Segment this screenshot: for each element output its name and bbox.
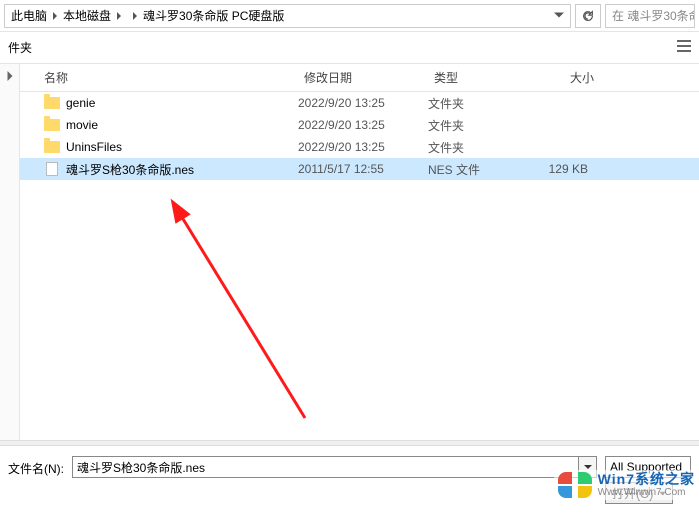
row-name: genie	[66, 96, 95, 110]
watermark: Win7系统之家 Www.Winwin7.Com	[554, 470, 699, 500]
folder-row[interactable]: genie 2022/9/20 13:25文件夹	[20, 92, 699, 114]
chevron-down-icon[interactable]	[554, 9, 564, 23]
nav-panel	[0, 64, 20, 440]
col-type[interactable]: 类型	[434, 69, 534, 86]
search-input[interactable]: 在 魂斗罗30条命	[605, 4, 695, 28]
row-type: 文件夹	[428, 95, 528, 112]
folder-row[interactable]: movie 2022/9/20 13:25文件夹	[20, 114, 699, 136]
watermark-line1: Win7系统之家	[598, 472, 695, 487]
address-bar: 此电脑 本地磁盘 魂斗罗30条命版 PC硬盘版 在 魂斗罗30条命	[0, 0, 699, 32]
chevron-right-icon	[115, 9, 123, 23]
folder-icon	[44, 95, 60, 111]
folder-icon	[44, 139, 60, 155]
row-name: 魂斗罗S枪30条命版.nes	[66, 161, 194, 178]
file-icon	[44, 161, 60, 177]
chevron-right-icon[interactable]	[5, 70, 15, 84]
chevron-right-icon	[131, 9, 139, 23]
filename-input[interactable]	[72, 456, 579, 478]
row-date: 2022/9/20 13:25	[298, 140, 428, 154]
filename-label: 文件名(N):	[8, 456, 64, 477]
row-name: UninsFiles	[66, 140, 122, 154]
folder-row[interactable]: UninsFiles 2022/9/20 13:25文件夹	[20, 136, 699, 158]
column-headers: 名称 修改日期 类型 大小	[20, 64, 699, 92]
row-name: movie	[66, 118, 98, 132]
col-size[interactable]: 大小	[534, 69, 614, 86]
view-icon[interactable]	[677, 40, 691, 55]
row-type: 文件夹	[428, 117, 528, 134]
folder-icon	[44, 117, 60, 133]
row-date: 2011/5/17 12:55	[298, 162, 428, 176]
file-row[interactable]: 魂斗罗S枪30条命版.nes 2011/5/17 12:55NES 文件129 K…	[20, 158, 699, 180]
col-name[interactable]: 名称	[44, 69, 304, 86]
toolbar-left-label: 件夹	[8, 39, 32, 56]
watermark-line2: Www.Winwin7.Com	[598, 487, 695, 498]
breadcrumb[interactable]: 此电脑 本地磁盘 魂斗罗30条命版 PC硬盘版	[4, 4, 571, 28]
crumb-2[interactable]: 本地磁盘	[63, 7, 111, 24]
row-type: 文件夹	[428, 139, 528, 156]
row-type: NES 文件	[428, 161, 528, 178]
toolbar: 件夹	[0, 32, 699, 64]
windows-logo-icon	[558, 472, 592, 498]
crumb-4[interactable]: 魂斗罗30条命版 PC硬盘版	[143, 7, 284, 24]
row-date: 2022/9/20 13:25	[298, 118, 428, 132]
crumb-1[interactable]: 此电脑	[11, 7, 47, 24]
row-date: 2022/9/20 13:25	[298, 96, 428, 110]
file-list: 名称 修改日期 类型 大小 genie2022/9/20 13:25文件夹mov…	[20, 64, 699, 440]
refresh-button[interactable]	[575, 4, 601, 28]
chevron-right-icon	[51, 9, 59, 23]
row-size: 129 KB	[528, 162, 608, 176]
col-date[interactable]: 修改日期	[304, 69, 434, 86]
